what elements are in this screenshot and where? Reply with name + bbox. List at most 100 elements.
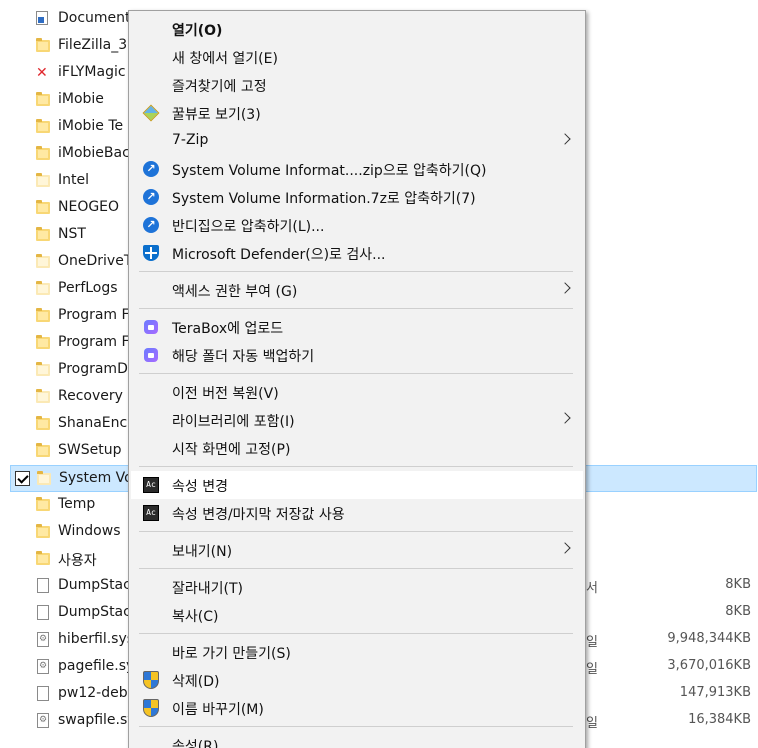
menu-item-label: Microsoft Defender(으)로 검사... xyxy=(172,247,386,263)
menu-item-label: 라이브러리에 포함(I) xyxy=(172,414,295,430)
file-name: iFLYMagic xyxy=(58,64,126,80)
menu-item-label: 새 창에서 열기(E) xyxy=(172,51,278,67)
menu-item[interactable]: Ac 속성 변경/마지막 저장값 사용 xyxy=(131,499,583,527)
chevron-right-icon xyxy=(559,133,571,145)
file-name: Intel xyxy=(58,172,89,188)
menu-item[interactable]: 잘라내기(T) xyxy=(131,573,583,601)
iflymagic-logo-icon: ✕ xyxy=(36,65,48,81)
row-checkbox[interactable] xyxy=(15,471,30,486)
file-type: 서 xyxy=(586,581,598,596)
menu-item[interactable]: 속성(R) xyxy=(131,731,583,748)
folder-pale-icon xyxy=(36,362,50,377)
menu-separator xyxy=(139,271,573,272)
menu-item[interactable]: 액세스 권한 부여 (G) xyxy=(131,276,583,304)
folder-icon xyxy=(36,119,50,134)
file-name: SWSetup xyxy=(58,442,122,458)
menu-item-label: 속성 변경/마지막 저장값 사용 xyxy=(172,507,345,523)
file-type: 일 xyxy=(586,716,598,731)
document-icon xyxy=(36,605,50,620)
menu-item[interactable]: ↗ 반디집으로 압축하기(L)... xyxy=(131,211,583,239)
menu-separator xyxy=(139,531,573,532)
menu-item-label: 잘라내기(T) xyxy=(172,581,243,597)
attribute-changer-icon: Ac xyxy=(143,505,159,521)
file-name: 사용자 xyxy=(58,553,97,569)
file-name: DumpStac xyxy=(58,577,131,593)
menu-item-label: System Volume Informat....zip으로 압축하기(Q) xyxy=(172,163,487,179)
folder-icon xyxy=(36,497,50,512)
system-file-icon xyxy=(36,713,50,728)
folder-pale-icon xyxy=(37,471,51,486)
menu-item[interactable]: 이전 버전 복원(V) xyxy=(131,378,583,406)
folder-icon xyxy=(36,38,50,53)
menu-item[interactable]: TeraBox에 업로드 xyxy=(131,313,583,341)
folder-pale-icon xyxy=(36,281,50,296)
menu-item[interactable]: 바로 가기 만들기(S) xyxy=(131,638,583,666)
menu-separator xyxy=(139,726,573,727)
menu-item[interactable]: 새 창에서 열기(E) xyxy=(131,43,583,71)
menu-item-label: 즐겨찾기에 고정 xyxy=(172,79,267,95)
folder-icon xyxy=(36,416,50,431)
chevron-right-icon xyxy=(559,282,571,294)
menu-item-label: 복사(C) xyxy=(172,609,219,625)
menu-item-label: TeraBox에 업로드 xyxy=(172,321,284,337)
menu-item-label: 액세스 권한 부여 (G) xyxy=(172,284,298,300)
menu-item-label: 바로 가기 만들기(S) xyxy=(172,646,291,662)
menu-item[interactable]: 라이브러리에 포함(I) xyxy=(131,406,583,434)
attribute-changer-icon: Ac xyxy=(143,477,159,493)
file-size: 3,670,016KB xyxy=(667,658,751,673)
file-name: FileZilla_3. xyxy=(58,37,132,53)
chevron-right-icon xyxy=(559,412,571,424)
menu-item-label: 이전 버전 복원(V) xyxy=(172,386,279,402)
menu-item-label: 해당 폴더 자동 백업하기 xyxy=(172,349,315,365)
file-name: NEOGEO xyxy=(58,199,120,215)
menu-item[interactable]: 이름 바꾸기(M) xyxy=(131,694,583,722)
system-file-icon xyxy=(36,632,50,647)
file-name: iMobie xyxy=(58,91,104,107)
menu-item[interactable]: Ac 속성 변경 xyxy=(131,471,583,499)
bandizip-icon: ↗ xyxy=(143,217,159,233)
shortcut-icon xyxy=(36,11,50,26)
system-file-icon xyxy=(36,659,50,674)
file-name: Document xyxy=(58,10,131,26)
menu-item-label: 꿀뷰로 보기(3) xyxy=(172,107,261,123)
file-name: Windows xyxy=(58,523,121,539)
menu-item[interactable]: 보내기(N) xyxy=(131,536,583,564)
menu-separator xyxy=(139,373,573,374)
folder-icon xyxy=(36,146,50,161)
menu-item-label: 이름 바꾸기(M) xyxy=(172,702,264,718)
menu-item-label: 속성(R) xyxy=(172,739,219,748)
menu-item[interactable]: 열기(O) xyxy=(131,15,583,43)
file-name: Program F xyxy=(58,334,130,350)
context-menu: 열기(O) 새 창에서 열기(E) 즐겨찾기에 고정 꿀뷰로 보기(3) 7-Zip ↗ S… xyxy=(128,10,586,748)
file-name: ProgramD xyxy=(58,361,128,377)
menu-item-label: 열기(O) xyxy=(172,23,223,39)
file-name: NST xyxy=(58,226,86,242)
menu-item[interactable]: 즐겨찾기에 고정 xyxy=(131,71,583,99)
menu-item[interactable]: 복사(C) xyxy=(131,601,583,629)
menu-item[interactable]: 시작 화면에 고정(P) xyxy=(131,434,583,462)
file-size: 8KB xyxy=(725,604,751,619)
menu-item-label: 7-Zip xyxy=(172,132,209,148)
file-type: 일 xyxy=(586,635,598,650)
menu-item[interactable]: ↗ System Volume Informat....zip으로 압축하기(Q) xyxy=(131,155,583,183)
honeyview-icon xyxy=(142,104,160,122)
menu-item[interactable]: ↗ System Volume Information.7z로 압축하기(7) xyxy=(131,183,583,211)
file-size: 16,384KB xyxy=(688,712,751,727)
folder-icon xyxy=(36,524,50,539)
menu-item[interactable]: 해당 폴더 자동 백업하기 xyxy=(131,341,583,369)
menu-separator xyxy=(139,568,573,569)
file-size: 9,948,344KB xyxy=(667,631,751,646)
menu-item[interactable]: Microsoft Defender(으)로 검사... xyxy=(131,239,583,267)
uac-shield-icon xyxy=(143,699,159,717)
terabox-icon xyxy=(143,347,159,363)
file-name: Recovery xyxy=(58,388,123,404)
menu-item[interactable]: 7-Zip xyxy=(131,127,583,155)
file-name: iMobieBac xyxy=(58,145,130,161)
chevron-right-icon xyxy=(559,542,571,554)
folder-pale-icon xyxy=(36,173,50,188)
menu-item[interactable]: 꿀뷰로 보기(3) xyxy=(131,99,583,127)
folder-icon xyxy=(36,335,50,350)
menu-item[interactable]: 삭제(D) xyxy=(131,666,583,694)
bandizip-icon: ↗ xyxy=(143,161,159,177)
folder-icon xyxy=(36,92,50,107)
